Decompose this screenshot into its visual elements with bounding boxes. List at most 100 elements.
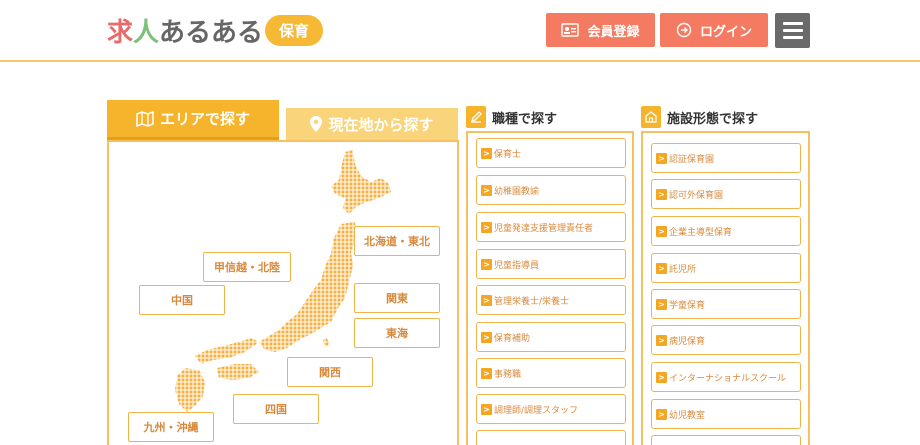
region-kyushu-okinawa[interactable]: 九州・沖縄 bbox=[128, 412, 214, 442]
chevron-right-icon: > bbox=[656, 262, 667, 274]
login-label: ログイン bbox=[699, 24, 752, 40]
chevron-right-icon: > bbox=[656, 225, 667, 237]
region-kanto[interactable]: 関東 bbox=[354, 283, 440, 313]
list-item[interactable] bbox=[651, 435, 801, 445]
chevron-right-icon: > bbox=[481, 367, 492, 379]
list-item[interactable]: > 病児保育 bbox=[651, 325, 801, 355]
map-hokkaido bbox=[331, 150, 391, 214]
menu-bar bbox=[782, 36, 803, 39]
chevron-right-icon: > bbox=[481, 331, 492, 343]
facility-type-title: 施設形態で探す bbox=[667, 111, 759, 127]
map-kyushu bbox=[175, 368, 205, 412]
list-item-label: 企業主導型保育 bbox=[669, 227, 733, 238]
login-arrow-icon bbox=[676, 22, 692, 38]
job-type-list: > 保育士 > 幼稚園教諭 > 児童発達支援管理責任者 > 児童指導員 > 管理栄養士/栄… bbox=[466, 131, 634, 445]
region-tokai[interactable]: 東海 bbox=[354, 318, 440, 348]
chevron-right-icon: > bbox=[481, 221, 492, 233]
region-label: 関西 bbox=[319, 366, 341, 379]
chevron-right-icon: > bbox=[656, 408, 667, 420]
list-item-label: インターナショナルスクール bbox=[669, 373, 787, 384]
list-item-label: 認証保育園 bbox=[669, 154, 715, 165]
login-button[interactable]: ログイン bbox=[660, 13, 768, 47]
map-izu bbox=[323, 338, 329, 348]
pencil-icon bbox=[466, 106, 486, 128]
region-label: 北海道・東北 bbox=[364, 235, 430, 248]
facility-type-heading: 施設形態で探す bbox=[641, 106, 758, 128]
list-item-label: 事務職 bbox=[494, 369, 522, 380]
site-logo[interactable]: 求人あるある 保育 bbox=[107, 12, 324, 48]
chevron-right-icon: > bbox=[656, 298, 667, 310]
list-item-label: 児童発達支援管理責任者 bbox=[494, 223, 594, 234]
map-icon bbox=[136, 110, 154, 127]
region-shikoku[interactable]: 四国 bbox=[233, 394, 319, 424]
tab-area-search[interactable]: エリアで探す bbox=[107, 100, 279, 140]
list-item-label: 幼稚園教諭 bbox=[494, 186, 540, 197]
chevron-right-icon: > bbox=[656, 188, 667, 200]
tab-current-location[interactable]: 現在地から探す bbox=[286, 108, 458, 140]
list-item-label: 病児保育 bbox=[669, 336, 706, 347]
list-item[interactable]: > 事務職 bbox=[476, 358, 626, 388]
list-item[interactable] bbox=[476, 430, 626, 445]
chevron-right-icon: > bbox=[481, 403, 492, 415]
tab-area-label: エリアで探す bbox=[159, 110, 250, 128]
list-item-label: 学童保育 bbox=[669, 300, 706, 311]
chevron-right-icon: > bbox=[656, 152, 667, 164]
list-item[interactable]: > 児童発達支援管理責任者 bbox=[476, 212, 626, 242]
chevron-right-icon: > bbox=[481, 294, 492, 306]
list-item[interactable]: > 託児所 bbox=[651, 253, 801, 283]
logo-text: 求人あるある bbox=[107, 17, 264, 48]
list-item-label: 認可外保育園 bbox=[669, 190, 724, 201]
chevron-right-icon: > bbox=[481, 258, 492, 270]
chevron-right-icon: > bbox=[481, 147, 492, 159]
region-label: 九州・沖縄 bbox=[143, 421, 199, 434]
menu-bar bbox=[782, 22, 803, 25]
list-item-label: 調理師/調理スタッフ bbox=[494, 405, 579, 416]
tab-gps-label: 現在地から探す bbox=[328, 115, 434, 134]
japan-map-panel: 北海道・東北 甲信越・北陸 中国 関東 東海 関西 四国 九州・沖縄 bbox=[107, 140, 459, 445]
list-item[interactable]: > 企業主導型保育 bbox=[651, 216, 801, 246]
list-item[interactable]: > 保育士 bbox=[476, 138, 626, 168]
region-label: 四国 bbox=[265, 403, 287, 416]
map-shikoku bbox=[217, 364, 259, 380]
region-label: 関東 bbox=[386, 292, 408, 305]
list-item[interactable]: > インターナショナルスクール bbox=[651, 362, 801, 392]
chevron-right-icon: > bbox=[481, 184, 492, 196]
region-label: 東海 bbox=[386, 327, 408, 340]
region-koshinetsu-hokuriku[interactable]: 甲信越・北陸 bbox=[203, 252, 291, 282]
list-item-label: 託児所 bbox=[669, 264, 697, 275]
menu-bar bbox=[782, 29, 803, 32]
list-item[interactable]: > 調理師/調理スタッフ bbox=[476, 394, 626, 424]
facility-type-list: > 認証保育園 > 認可外保育園 > 企業主導型保育 > 託児所 > 学童保育 > 病児保育… bbox=[641, 131, 810, 445]
chevron-right-icon: > bbox=[656, 334, 667, 346]
list-item-label: 保育補助 bbox=[494, 333, 531, 344]
register-button[interactable]: 会員登録 bbox=[546, 13, 655, 47]
hamburger-menu-button[interactable] bbox=[775, 13, 810, 48]
id-card-icon bbox=[561, 23, 580, 37]
chevron-right-icon: > bbox=[656, 371, 667, 383]
list-item[interactable]: > 認証保育園 bbox=[651, 143, 801, 173]
location-pin-icon bbox=[310, 116, 323, 132]
list-item[interactable]: > 学童保育 bbox=[651, 289, 801, 319]
job-type-heading: 職種で探す bbox=[466, 106, 557, 128]
list-item[interactable]: > 幼稚園教諭 bbox=[476, 175, 626, 205]
region-label: 中国 bbox=[171, 294, 193, 307]
list-item-label: 保育士 bbox=[494, 149, 522, 160]
list-item-label: 管理栄養士/栄養士 bbox=[494, 296, 570, 307]
region-hokkaido-tohoku[interactable]: 北海道・東北 bbox=[354, 226, 440, 256]
house-icon bbox=[641, 106, 661, 128]
list-item[interactable]: > 幼児教室 bbox=[651, 399, 801, 429]
site-header: 求人あるある 保育 会員登録 ログイン bbox=[0, 0, 920, 62]
list-item[interactable]: > 保育補助 bbox=[476, 322, 626, 352]
region-chugoku[interactable]: 中国 bbox=[139, 285, 225, 315]
register-label: 会員登録 bbox=[587, 24, 640, 40]
map-honshu bbox=[259, 222, 357, 352]
list-item-label: 幼児教室 bbox=[669, 410, 706, 421]
list-item[interactable]: > 児童指導員 bbox=[476, 249, 626, 279]
map-chugoku bbox=[195, 338, 259, 364]
logo-badge: 保育 bbox=[265, 14, 324, 46]
list-item-label: 児童指導員 bbox=[494, 260, 540, 271]
list-item[interactable]: > 管理栄養士/栄養士 bbox=[476, 285, 626, 315]
list-item[interactable]: > 認可外保育園 bbox=[651, 179, 801, 209]
region-label: 甲信越・北陸 bbox=[214, 261, 280, 274]
region-kansai[interactable]: 関西 bbox=[287, 357, 373, 387]
